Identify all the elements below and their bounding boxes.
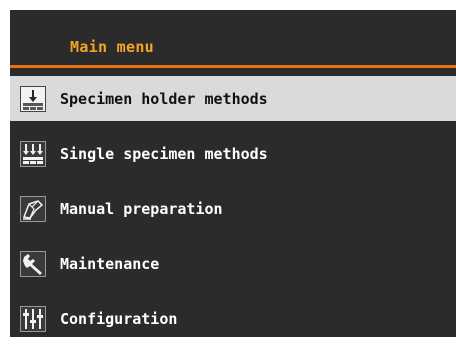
- single-specimen-icon: [20, 140, 46, 167]
- menu-item-label: Specimen holder methods: [60, 89, 268, 108]
- manual-preparation-icon: [20, 195, 46, 222]
- wrench-icon: [20, 250, 46, 277]
- sliders-icon: [20, 305, 46, 332]
- specimen-holder-icon: [20, 85, 46, 112]
- menu-item-specimen-holder-methods[interactable]: Specimen holder methods: [10, 76, 456, 121]
- menu-item-label: Maintenance: [60, 254, 160, 273]
- menu-item-label: Configuration: [60, 309, 178, 328]
- menu-item-manual-preparation[interactable]: Manual preparation: [10, 186, 456, 231]
- menu-item-label: Manual preparation: [60, 199, 223, 218]
- menu-item-configuration[interactable]: Configuration: [10, 296, 456, 337]
- menu-item-maintenance[interactable]: Maintenance: [10, 241, 456, 286]
- menu-item-label: Single specimen methods: [60, 144, 268, 163]
- header-divider: [10, 65, 456, 68]
- page-title: Main menu: [70, 38, 154, 56]
- main-menu-screen: Main menu Specimen holder methods Single…: [10, 10, 456, 337]
- main-menu-list: Specimen holder methods Single specimen …: [10, 76, 456, 337]
- menu-item-single-specimen-methods[interactable]: Single specimen methods: [10, 131, 456, 176]
- header-bar: Main menu: [10, 10, 456, 68]
